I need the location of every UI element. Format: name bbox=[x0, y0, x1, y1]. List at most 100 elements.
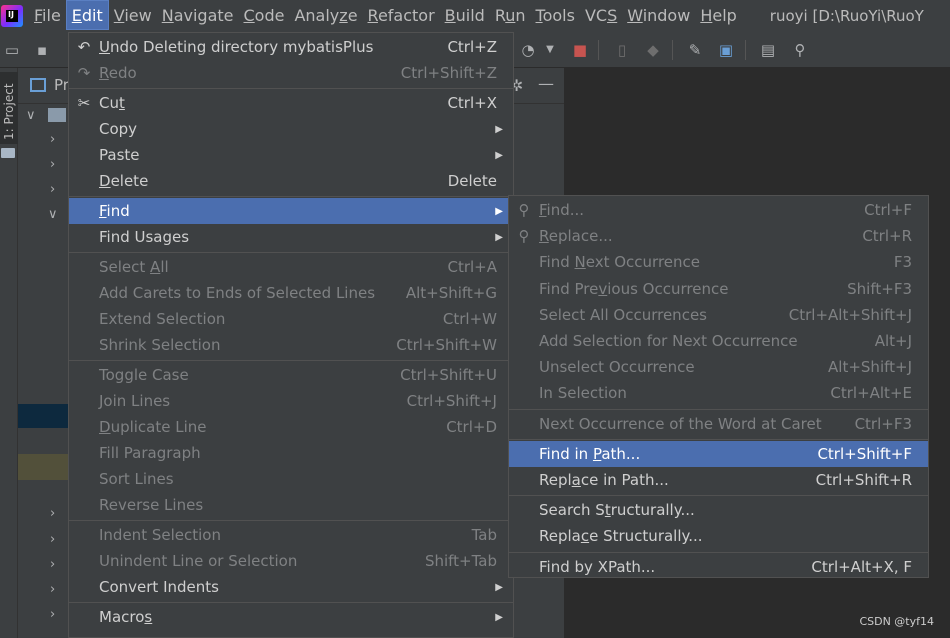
menu-item-label: Add Carets to Ends of Selected Lines bbox=[99, 284, 376, 302]
menu-item-shortcut: Ctrl+Shift+W bbox=[396, 336, 497, 354]
menu-item-unindent-line-or-selection[interactable]: Unindent Line or Selection Shift+Tab bbox=[69, 548, 513, 574]
chevron-right-icon[interactable]: › bbox=[50, 157, 55, 172]
menu-code[interactable]: Code bbox=[239, 0, 290, 32]
menu-item-duplicate-line[interactable]: Duplicate Line Ctrl+D bbox=[69, 414, 513, 440]
menu-item-convert-indents[interactable]: Convert Indents ▶ bbox=[69, 574, 513, 600]
menu-tools[interactable]: Tools bbox=[531, 0, 580, 32]
menu-item-replace-structurally[interactable]: Replace Structurally... bbox=[509, 523, 928, 549]
minimize-icon[interactable]: — bbox=[538, 74, 554, 93]
menu-item-toggle-case[interactable]: Toggle Case Ctrl+Shift+U bbox=[69, 362, 513, 388]
menu-item-redo[interactable]: ↷ Redo Ctrl+Shift+Z bbox=[69, 60, 513, 86]
chevron-right-icon[interactable]: › bbox=[50, 132, 55, 147]
menu-help[interactable]: Help bbox=[695, 0, 741, 32]
menu-item-next-occurrence-of-the-word-at-caret[interactable]: Next Occurrence of the Word at Caret Ctrl… bbox=[509, 411, 928, 437]
stop-icon[interactable]: ■ bbox=[570, 40, 590, 60]
menu-file[interactable]: File bbox=[29, 0, 66, 32]
menu-item-label: Join Lines bbox=[99, 392, 171, 410]
chevron-right-icon[interactable]: › bbox=[50, 506, 55, 521]
menu-item-shortcut: F3 bbox=[893, 253, 912, 272]
project-structure-icon[interactable]: ▣ bbox=[716, 40, 736, 60]
menu-item-find-usages[interactable]: Find Usages ▶ bbox=[69, 224, 513, 250]
menu-item-label: Find by XPath... bbox=[539, 557, 656, 576]
menu-item-undo-deleting-directory-mybatisplus[interactable]: ↶ Undo Deleting directory mybatisPlus Ctrl… bbox=[69, 34, 513, 60]
menu-item-add-carets-to-ends-of-selected-lines[interactable]: Add Carets to Ends of Selected Lines Alt+… bbox=[69, 280, 513, 306]
menu-item-shrink-selection[interactable]: Shrink Selection Ctrl+Shift+W bbox=[69, 332, 513, 358]
replace-icon: ⚲ bbox=[518, 227, 530, 246]
menu-item-label: Replace in Path... bbox=[539, 471, 669, 489]
menu-item-replace-in-path[interactable]: Replace in Path... Ctrl+Shift+R bbox=[509, 467, 928, 493]
attach-debugger-icon[interactable]: ▯ bbox=[612, 40, 632, 60]
menu-label: Build bbox=[444, 6, 485, 25]
menu-item-find[interactable]: ⚲ Find... Ctrl+F bbox=[509, 197, 928, 223]
menu-item-shortcut: Tab bbox=[471, 526, 497, 544]
menu-item-sort-lines[interactable]: Sort Lines bbox=[69, 466, 513, 492]
menu-item-label: Paste bbox=[99, 146, 140, 164]
menu-item-unselect-occurrence[interactable]: Unselect Occurrence Alt+Shift+J bbox=[509, 354, 928, 380]
chevron-down-icon[interactable]: ▼ bbox=[540, 40, 560, 60]
menu-item-in-selection[interactable]: In Selection Ctrl+Alt+E bbox=[509, 380, 928, 406]
menu-build[interactable]: Build bbox=[440, 0, 490, 32]
menu-edit[interactable]: Edit bbox=[65, 0, 109, 30]
wrench-icon[interactable]: ✎ bbox=[685, 40, 705, 60]
menu-item-label: Convert Indents bbox=[99, 578, 219, 596]
menu-label: Navigate bbox=[161, 6, 234, 25]
menu-item-replace[interactable]: ⚲ Replace... Ctrl+R bbox=[509, 223, 928, 249]
search-everywhere-icon[interactable]: ⚲ bbox=[790, 40, 810, 60]
intellij-logo-icon: IJ bbox=[1, 5, 23, 27]
menu-item-search-structurally[interactable]: Search Structurally... bbox=[509, 497, 928, 523]
save-icon[interactable]: ▪ bbox=[32, 40, 52, 60]
menu-item-label: Search Structurally... bbox=[539, 501, 695, 520]
menu-label: Code bbox=[243, 6, 285, 25]
toolbar-separator bbox=[672, 40, 673, 60]
menu-item-shortcut: Alt+Shift+G bbox=[405, 284, 497, 302]
chevron-right-icon[interactable]: › bbox=[50, 557, 55, 572]
terminal-icon[interactable]: ▤ bbox=[758, 40, 778, 60]
menu-navigate[interactable]: Navigate bbox=[157, 0, 239, 32]
menu-item-add-selection-for-next-occurrence[interactable]: Add Selection for Next Occurrence Alt+J bbox=[509, 328, 928, 354]
menu-view[interactable]: View bbox=[109, 0, 157, 32]
menu-item-paste[interactable]: Paste ▶ bbox=[69, 142, 513, 168]
menu-item-join-lines[interactable]: Join Lines Ctrl+Shift+J bbox=[69, 388, 513, 414]
find-submenu: ⚲ Find... Ctrl+F ⚲ Replace... Ctrl+R Find Next… bbox=[508, 195, 929, 578]
chevron-right-icon[interactable]: › bbox=[50, 582, 55, 597]
menu-item-find-next-occurrence[interactable]: Find Next Occurrence F3 bbox=[509, 249, 928, 275]
menu-item-cut[interactable]: ✂ Cut Ctrl+X bbox=[69, 90, 513, 116]
menu-analyze[interactable]: Analyze bbox=[289, 0, 362, 32]
menu-refactor[interactable]: Refactor bbox=[363, 0, 440, 32]
menu-item-shortcut: Ctrl+R bbox=[862, 227, 912, 246]
chevron-down-icon[interactable]: ∨ bbox=[26, 108, 36, 123]
menu-item-indent-selection[interactable]: Indent Selection Tab bbox=[69, 522, 513, 548]
menu-item-select-all[interactable]: Select All Ctrl+A bbox=[69, 254, 513, 280]
menu-item-extend-selection[interactable]: Extend Selection Ctrl+W bbox=[69, 306, 513, 332]
menu-run[interactable]: Run bbox=[490, 0, 531, 32]
menu-item-reverse-lines[interactable]: Reverse Lines bbox=[69, 492, 513, 518]
menu-item-find-by-xpath[interactable]: Find by XPath... Ctrl+Alt+X, F bbox=[509, 554, 928, 580]
menu-item-label: Fill Paragraph bbox=[99, 444, 201, 462]
menu-label: Help bbox=[700, 6, 737, 25]
menu-item-find-previous-occurrence[interactable]: Find Previous Occurrence Shift+F3 bbox=[509, 276, 928, 302]
menu-separator bbox=[509, 408, 928, 410]
menu-item-find-in-path[interactable]: Find in Path... Ctrl+Shift+F bbox=[509, 440, 928, 467]
menu-bar: IJ File Edit View Navigate Code Analyze Refact… bbox=[0, 0, 950, 32]
menu-window[interactable]: Window bbox=[622, 0, 695, 32]
profile-run-icon[interactable]: ◔ bbox=[518, 40, 538, 60]
menu-item-label: Unselect Occurrence bbox=[539, 358, 695, 377]
project-tool-tab[interactable]: 1: Project bbox=[0, 72, 18, 144]
menu-item-find[interactable]: Find ▶ bbox=[69, 198, 513, 224]
menu-item-shortcut: Ctrl+Alt+Shift+J bbox=[788, 305, 912, 324]
build-artifact-icon[interactable]: ◆ bbox=[643, 40, 663, 60]
open-folder-icon[interactable]: ▭ bbox=[2, 40, 22, 60]
menu-item-macros[interactable]: Macros ▶ bbox=[69, 604, 513, 630]
menu-item-shortcut: Ctrl+Shift+F bbox=[817, 444, 912, 463]
menu-item-select-all-occurrences[interactable]: Select All Occurrences Ctrl+Alt+Shift+J bbox=[509, 302, 928, 328]
chevron-right-icon[interactable]: › bbox=[50, 532, 55, 547]
menu-separator bbox=[69, 360, 513, 361]
chevron-down-icon[interactable]: ∨ bbox=[48, 207, 58, 222]
menu-item-delete[interactable]: Delete Delete bbox=[69, 168, 513, 194]
menu-item-label: Cut bbox=[99, 94, 125, 112]
menu-item-fill-paragraph[interactable]: Fill Paragraph bbox=[69, 440, 513, 466]
menu-item-copy[interactable]: Copy ▶ bbox=[69, 116, 513, 142]
menu-vcs[interactable]: VCS bbox=[580, 0, 622, 32]
chevron-right-icon[interactable]: › bbox=[50, 607, 55, 622]
chevron-right-icon[interactable]: › bbox=[50, 182, 55, 197]
